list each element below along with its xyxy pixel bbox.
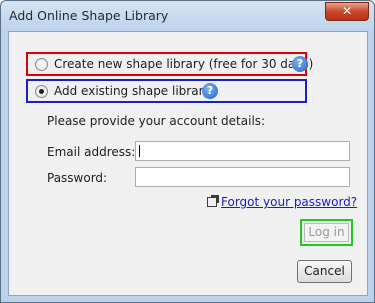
login-highlight: Log in	[300, 219, 353, 246]
email-label: Email address:	[47, 145, 136, 159]
password-field[interactable]	[135, 167, 350, 187]
title-bar[interactable]: Add Online Shape Library ✕	[1, 1, 374, 31]
create-new-label[interactable]: Create new shape library (free for 30 da…	[54, 57, 313, 71]
text-caret	[139, 145, 140, 157]
email-field[interactable]	[135, 141, 350, 161]
dialog-window: Add Online Shape Library ✕ Create new sh…	[0, 0, 375, 303]
forgot-password: Forgot your password?	[207, 195, 357, 209]
add-existing-label[interactable]: Add existing shape library	[54, 84, 211, 98]
help-icon[interactable]: ?	[202, 83, 218, 99]
forgot-password-link[interactable]: Forgot your password?	[221, 195, 357, 209]
external-link-icon	[207, 195, 219, 207]
window-title: Add Online Shape Library	[9, 8, 169, 23]
help-icon[interactable]: ?	[292, 56, 308, 72]
dialog-body: Create new shape library (free for 30 da…	[8, 31, 368, 296]
close-icon: ✕	[341, 4, 353, 18]
account-instructions: Please provide your account details:	[47, 114, 266, 128]
password-label: Password:	[47, 171, 108, 185]
create-new-library-option[interactable]: Create new shape library (free for 30 da…	[26, 52, 313, 76]
cancel-button[interactable]: Cancel	[297, 260, 352, 283]
login-button[interactable]: Log in	[304, 223, 349, 242]
add-existing-radio[interactable]	[35, 85, 48, 98]
add-existing-library-option[interactable]: Add existing shape library ?	[26, 79, 307, 103]
create-new-radio[interactable]	[35, 58, 48, 71]
close-button[interactable]: ✕	[325, 2, 369, 21]
